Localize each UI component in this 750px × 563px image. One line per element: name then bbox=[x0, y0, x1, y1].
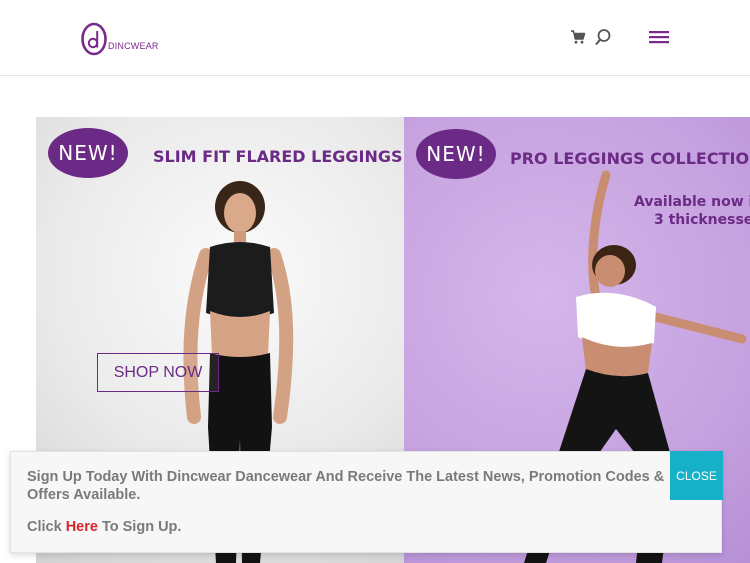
signup-popup: Sign Up Today With Dincwear Dancewear An… bbox=[10, 451, 723, 553]
close-popup-button[interactable]: CLOSE bbox=[670, 451, 723, 500]
logo-mark-icon bbox=[81, 22, 107, 56]
popup-click-prefix: Click bbox=[27, 519, 66, 535]
new-badge-left: NEW! bbox=[48, 128, 128, 178]
banner-title-pro-leggings: PRO LEGGINGS COLLECTION bbox=[510, 149, 750, 168]
popup-signup-line: Click Here To Sign Up. bbox=[27, 519, 181, 535]
brand-name: DINCWEAR bbox=[108, 41, 159, 51]
hamburger-menu-icon[interactable] bbox=[649, 28, 669, 46]
popup-message: Sign Up Today With Dincwear Dancewear An… bbox=[27, 469, 665, 503]
new-badge-right: NEW! bbox=[416, 129, 496, 179]
signup-here-link[interactable]: Here bbox=[66, 519, 98, 535]
popup-click-suffix: To Sign Up. bbox=[97, 519, 182, 535]
shopping-cart-icon[interactable] bbox=[570, 29, 586, 45]
search-icon[interactable] bbox=[594, 28, 612, 46]
banner-title-flared-leggings: SLIM FIT FLARED LEGGINGS bbox=[153, 147, 403, 166]
site-header: DINCWEAR bbox=[0, 0, 750, 76]
brand-logo[interactable]: DINCWEAR bbox=[81, 21, 171, 57]
shop-now-button[interactable]: SHOP NOW bbox=[97, 353, 219, 392]
banner-subtitle-line2: 3 thicknesses bbox=[654, 212, 750, 228]
banner-subtitle-line1: Available now in bbox=[634, 194, 750, 210]
